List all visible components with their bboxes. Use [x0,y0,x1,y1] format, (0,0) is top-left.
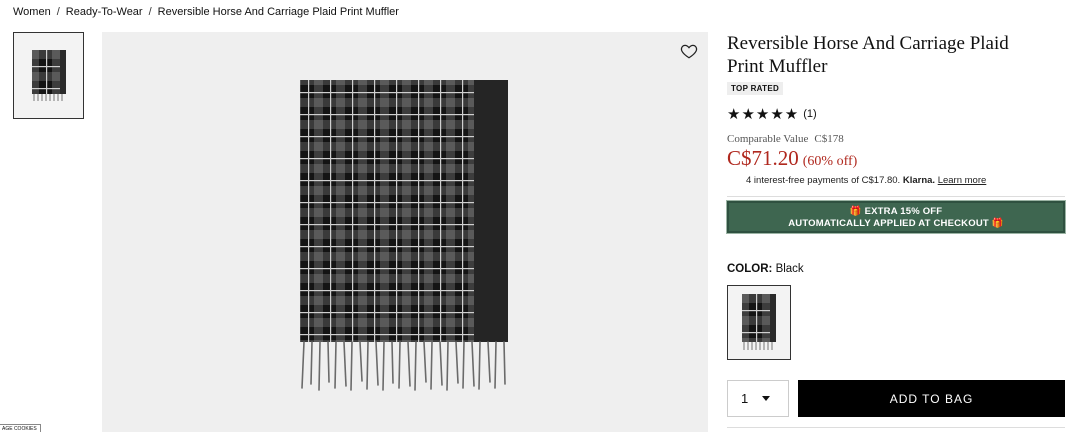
color-selector-label: COLOR: Black [727,263,804,275]
swatch-image [742,293,776,350]
caret-down-icon [762,396,771,401]
product-main-image [292,76,522,411]
add-to-bag-button[interactable]: ADD TO BAG [798,380,1065,417]
color-value: Black [775,263,804,275]
discount-percent: (60% off) [802,154,858,169]
promo-line-1: EXTRA 15% OFF [864,206,943,217]
breadcrumb-separator: / [56,6,60,18]
heart-outline-icon[interactable] [680,42,698,60]
price-row: C$71.20 (60% off) [727,146,1067,171]
sale-price: C$71.20 [727,146,799,170]
breadcrumb-women[interactable]: Women [13,6,51,18]
breadcrumb-current: Reversible Horse And Carriage Plaid Prin… [157,6,399,18]
divider [727,196,1065,197]
comparable-price: C$178 [814,133,844,145]
klarna-text: 4 interest-free payments of C$17.80. [746,175,901,186]
product-title: Reversible Horse And Carriage Plaid Prin… [727,33,1009,77]
cookie-preferences-button[interactable]: AGE COOKIES [0,424,41,432]
divider [727,427,1065,428]
gallery-thumbnail[interactable] [13,32,84,119]
klarna-message: 4 interest-free payments of C$17.80. Kla… [746,175,1067,186]
comparable-value: Comparable Value C$178 [727,133,1067,145]
color-label: COLOR: [727,263,773,275]
quantity-select[interactable]: 1 [727,380,789,417]
quantity-value: 1 [741,391,749,406]
breadcrumb-separator: / [148,6,152,18]
top-rated-badge: TOP RATED [727,82,784,95]
breadcrumb: Women / Ready-To-Wear / Reversible Horse… [13,6,399,18]
klarna-learn-more-link[interactable]: Learn more [938,175,987,186]
product-rating[interactable]: ★★★★★ (1) [727,105,1067,123]
review-count[interactable]: (1) [803,108,816,120]
klarna-brand: Klarna. [902,175,936,186]
thumbnail-image [31,49,66,101]
color-swatch-black[interactable] [727,285,791,360]
rating-stars: ★★★★★ [727,106,800,123]
breadcrumb-ready-to-wear[interactable]: Ready-To-Wear [66,6,143,18]
product-info: Reversible Horse And Carriage Plaid Prin… [726,32,1067,428]
comparable-label: Comparable Value [727,133,809,145]
promo-line-2: AUTOMATICALLY APPLIED AT CHECKOUT [788,218,989,229]
promo-banner: 🎁 EXTRA 15% OFF AUTOMATICALLY APPLIED AT… [726,200,1066,234]
gift-icon: 🎁 [991,218,1004,229]
gift-icon: 🎁 [849,206,862,217]
product-image-gallery[interactable] [102,32,708,432]
